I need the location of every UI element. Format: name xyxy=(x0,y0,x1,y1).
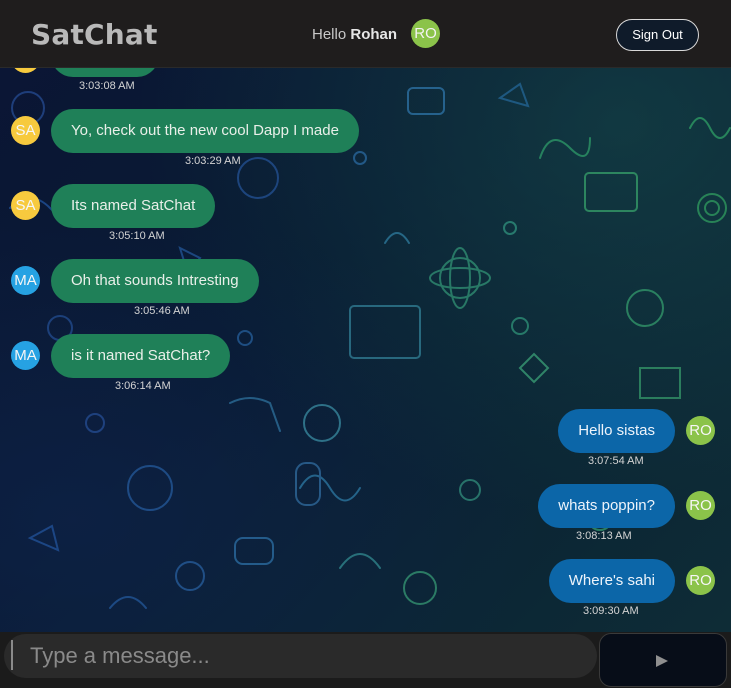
text-caret xyxy=(11,640,13,670)
message-bubble: Its named SatChat xyxy=(51,184,216,228)
message-time: 3:09:30 AM xyxy=(583,605,639,617)
app-header: SatChat Hello Rohan RO Sign Out xyxy=(0,0,731,68)
send-triangle-icon xyxy=(656,655,668,667)
composer-bar xyxy=(0,632,731,688)
user-name: Rohan xyxy=(350,26,398,43)
message-bubble: Where's sahi xyxy=(548,559,675,603)
message-time: 3:07:54 AM xyxy=(588,455,644,467)
message-bubble: Hello sistas xyxy=(558,409,675,453)
message-bubble: whats poppin? xyxy=(538,484,675,528)
sender-avatar: MA xyxy=(11,341,40,370)
message-bubble: is it named SatChat? xyxy=(51,334,231,378)
message-time: 3:05:46 AM xyxy=(134,305,190,317)
chat-area[interactable]: SA 3:03:08 AM SA Yo, check out the new c… xyxy=(0,68,731,632)
message-time: 3:08:13 AM xyxy=(576,530,632,542)
message-bubble: Yo, check out the new cool Dapp I made xyxy=(51,109,359,153)
send-button[interactable] xyxy=(599,633,727,687)
message-bubble xyxy=(51,68,159,77)
app-title: SatChat xyxy=(31,18,158,51)
message-bubble: Oh that sounds Intresting xyxy=(51,259,259,303)
message-input[interactable] xyxy=(4,634,597,678)
sender-avatar: MA xyxy=(11,266,40,295)
message-time: 3:03:29 AM xyxy=(185,155,241,167)
message-time: 3:03:08 AM xyxy=(79,80,135,92)
user-avatar: RO xyxy=(411,19,440,48)
message-time: 3:06:14 AM xyxy=(115,380,171,392)
sender-avatar: SA xyxy=(11,116,40,145)
sender-avatar: RO xyxy=(686,566,715,595)
sign-out-button[interactable]: Sign Out xyxy=(616,19,699,51)
sender-avatar: SA xyxy=(11,191,40,220)
sender-avatar: RO xyxy=(686,416,715,445)
message-time: 3:05:10 AM xyxy=(109,230,165,242)
greeting: Hello Rohan xyxy=(312,26,397,43)
sender-avatar: RO xyxy=(686,491,715,520)
greeting-prefix: Hello xyxy=(312,26,351,43)
